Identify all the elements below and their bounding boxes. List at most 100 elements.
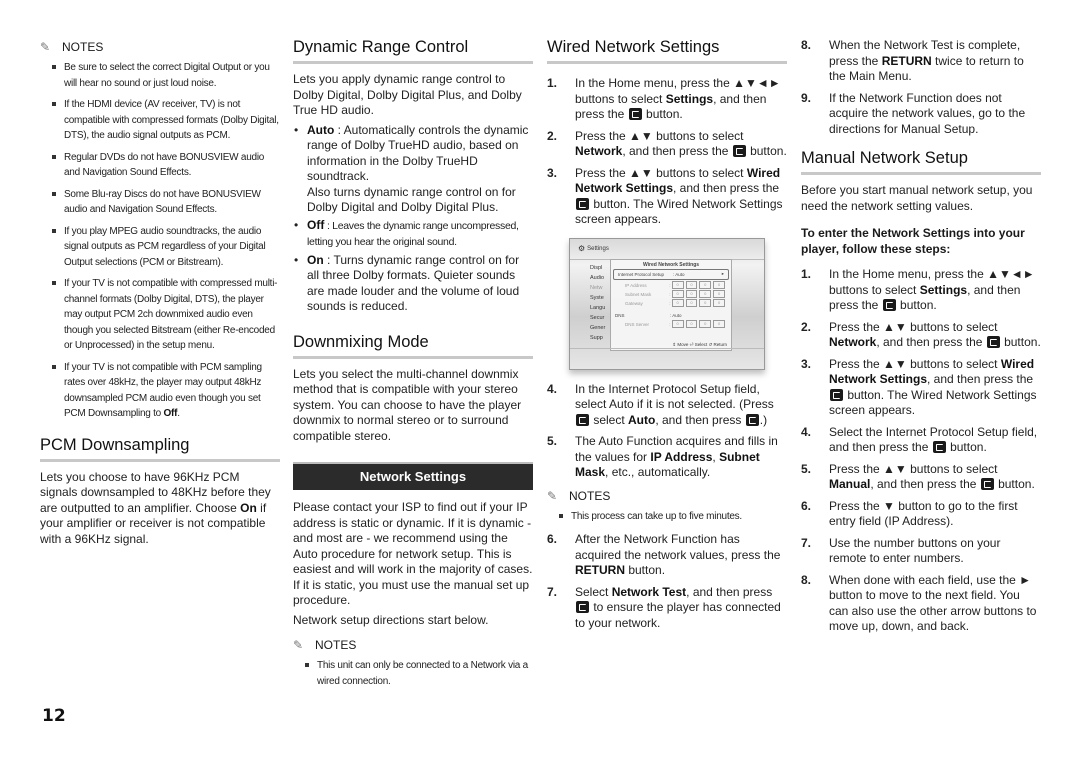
text: button. <box>946 440 987 454</box>
option-label: Off <box>307 217 325 232</box>
notes-label: NOTES <box>569 488 611 503</box>
text: button. <box>746 144 787 158</box>
column-1: ✎ NOTES Be sure to select the correct Di… <box>40 38 280 551</box>
option-label: On <box>307 252 324 267</box>
enter-button-icon <box>986 336 1000 348</box>
tv-row-gateway: Gateway: 0000 <box>611 299 731 308</box>
tv-dialog-title: Wired Network Settings <box>642 261 700 268</box>
manual-subheading: To enter the Network Settings into your … <box>801 226 1025 256</box>
note-item: If you play MPEG audio soundtracks, the … <box>52 224 280 271</box>
manual-steps-list: 1. In the Home menu, press the ▲▼◄► butto… <box>801 267 1041 635</box>
option-text: Also turns dynamic range control on for … <box>307 184 516 215</box>
gear-icon: ⚙ <box>578 244 586 253</box>
tv-box: 0 <box>671 290 684 298</box>
step-number: 7. <box>801 535 812 550</box>
text: Use the number buttons on your remote to… <box>829 535 1001 566</box>
enter-button-icon <box>932 441 946 453</box>
text: button. <box>1000 335 1041 349</box>
step-number: 9. <box>801 90 812 105</box>
bold-text: Settings <box>919 282 968 297</box>
step-item: 4. In the Internet Protocol Setup field, … <box>547 382 787 429</box>
option-label: Auto <box>307 122 335 137</box>
tv-box: 0 <box>671 320 684 328</box>
drc-intro: Lets you apply dynamic range control to … <box>293 72 522 117</box>
wired-steps-list-final: 6. After the Network Function has acquire… <box>547 532 787 631</box>
step-item: 8. When the Network Test is complete, pre… <box>801 38 1041 85</box>
network-description: Please contact your ISP to find out if y… <box>293 500 533 607</box>
section-title-manual-network-setup: Manual Network Setup <box>801 149 1041 175</box>
text: Press the ▲▼ buttons to select <box>829 461 998 476</box>
tv-box: 0 <box>699 281 712 289</box>
text: button. <box>642 107 683 121</box>
tv-box: 0 <box>671 299 684 307</box>
notes-heading: ✎ NOTES <box>293 638 533 652</box>
text: to ensure the player has connected to yo… <box>575 600 781 630</box>
step-number: 6. <box>801 498 812 513</box>
note-item: If the HDMI device (AV receiver, TV) is … <box>52 97 280 144</box>
notes-label: NOTES <box>315 638 357 652</box>
drc-option-auto: Auto : Automatically controls the dynami… <box>293 123 533 216</box>
text: button. <box>994 477 1035 491</box>
note-item: Regular DVDs do not have BONUSVIEW audio… <box>52 150 280 181</box>
bold-text: IP Address <box>650 449 713 464</box>
text: In the Internet Protocol Setup field, se… <box>575 381 774 412</box>
notes-heading: ✎ NOTES <box>547 489 787 503</box>
tv-menu-item: Gener <box>590 324 606 331</box>
tv-box: 0 <box>685 299 698 307</box>
step-item: 3. Press the ▲▼ buttons to select Wired N… <box>547 166 787 228</box>
tv-row-label: Gateway <box>625 300 643 306</box>
column-3: Wired Network Settings 1. In the Home men… <box>547 38 787 637</box>
text: , and then press the <box>673 181 780 195</box>
text: , and then press the <box>876 335 986 349</box>
note-item: This unit can only be connected to a Net… <box>305 658 533 689</box>
tv-menu-item: Langu <box>590 304 606 311</box>
tv-row-label: Internet Protocol Setup <box>618 271 665 277</box>
step-number: 2. <box>801 319 812 334</box>
text: Press the ▲▼ buttons to select <box>829 356 1001 371</box>
tv-row-label: Subnet Mask <box>625 291 652 297</box>
step-number: 6. <box>547 532 558 546</box>
tv-row-value: : Auto <box>673 271 685 277</box>
tv-box: 0 <box>699 299 712 307</box>
enter-button-icon <box>576 413 589 426</box>
network-settings-banner: Network Settings <box>293 462 533 490</box>
step-item: 2. Press the ▲▼ buttons to select Network… <box>801 320 1041 351</box>
option-text: : Leaves the dynamic range uncompressed,… <box>307 219 519 249</box>
tv-row-value: : Auto <box>670 312 682 318</box>
notes-list: This process can take up to five minutes… <box>547 509 787 525</box>
step-number: 3. <box>547 165 558 180</box>
notes-list: Be sure to select the correct Digital Ou… <box>40 60 280 422</box>
step-item: 5. Press the ▲▼ buttons to select Manual,… <box>801 462 1041 493</box>
tv-header-label: Settings <box>587 245 609 252</box>
text: , and then press <box>655 412 745 427</box>
section-title-pcm-downsampling: PCM Downsampling <box>40 436 280 462</box>
step-item: 1. In the Home menu, press the ▲▼◄► butto… <box>801 267 1041 314</box>
tv-box: 0 <box>713 320 725 328</box>
note-item: Some Blu-ray Discs do not have BONUSVIEW… <box>52 187 280 218</box>
step-item: 7. Use the number buttons on your remote … <box>801 536 1041 567</box>
enter-button-icon <box>628 108 642 120</box>
step-item: 4. Select the Internet Protocol Setup fie… <box>801 425 1041 456</box>
step-item: 7. Select Network Test, and then press to… <box>547 585 787 632</box>
enter-button-icon <box>980 478 994 490</box>
text: .) <box>759 412 768 427</box>
tv-box: 0 <box>699 320 712 328</box>
text: , and then press the <box>870 477 980 491</box>
tv-row-label: DNS Server <box>625 321 650 327</box>
drc-options: Auto : Automatically controls the dynami… <box>293 123 533 315</box>
pencil-icon: ✎ <box>547 488 558 503</box>
bold-text: Network <box>829 335 877 349</box>
wired-network-settings-screenshot: ⚙ Settings Displ Audio Netw Syste Langu … <box>569 237 765 370</box>
bold-text: On <box>240 500 257 515</box>
section-title-downmixing-mode: Downmixing Mode <box>293 333 533 359</box>
bold-text: Network <box>575 144 623 158</box>
tv-menu-item: Netw <box>590 284 603 291</box>
tv-menu-item: Secur <box>590 314 605 321</box>
enter-button-icon <box>882 299 896 311</box>
note-item: If your TV is not compatible with PCM sa… <box>52 360 280 422</box>
tv-box: 0 <box>685 320 698 328</box>
text: After the Network Function has acquired … <box>575 532 781 562</box>
enter-button-icon <box>576 197 589 210</box>
enter-button-icon <box>745 413 759 426</box>
drc-option-off: Off : Leaves the dynamic range uncompres… <box>293 218 533 251</box>
